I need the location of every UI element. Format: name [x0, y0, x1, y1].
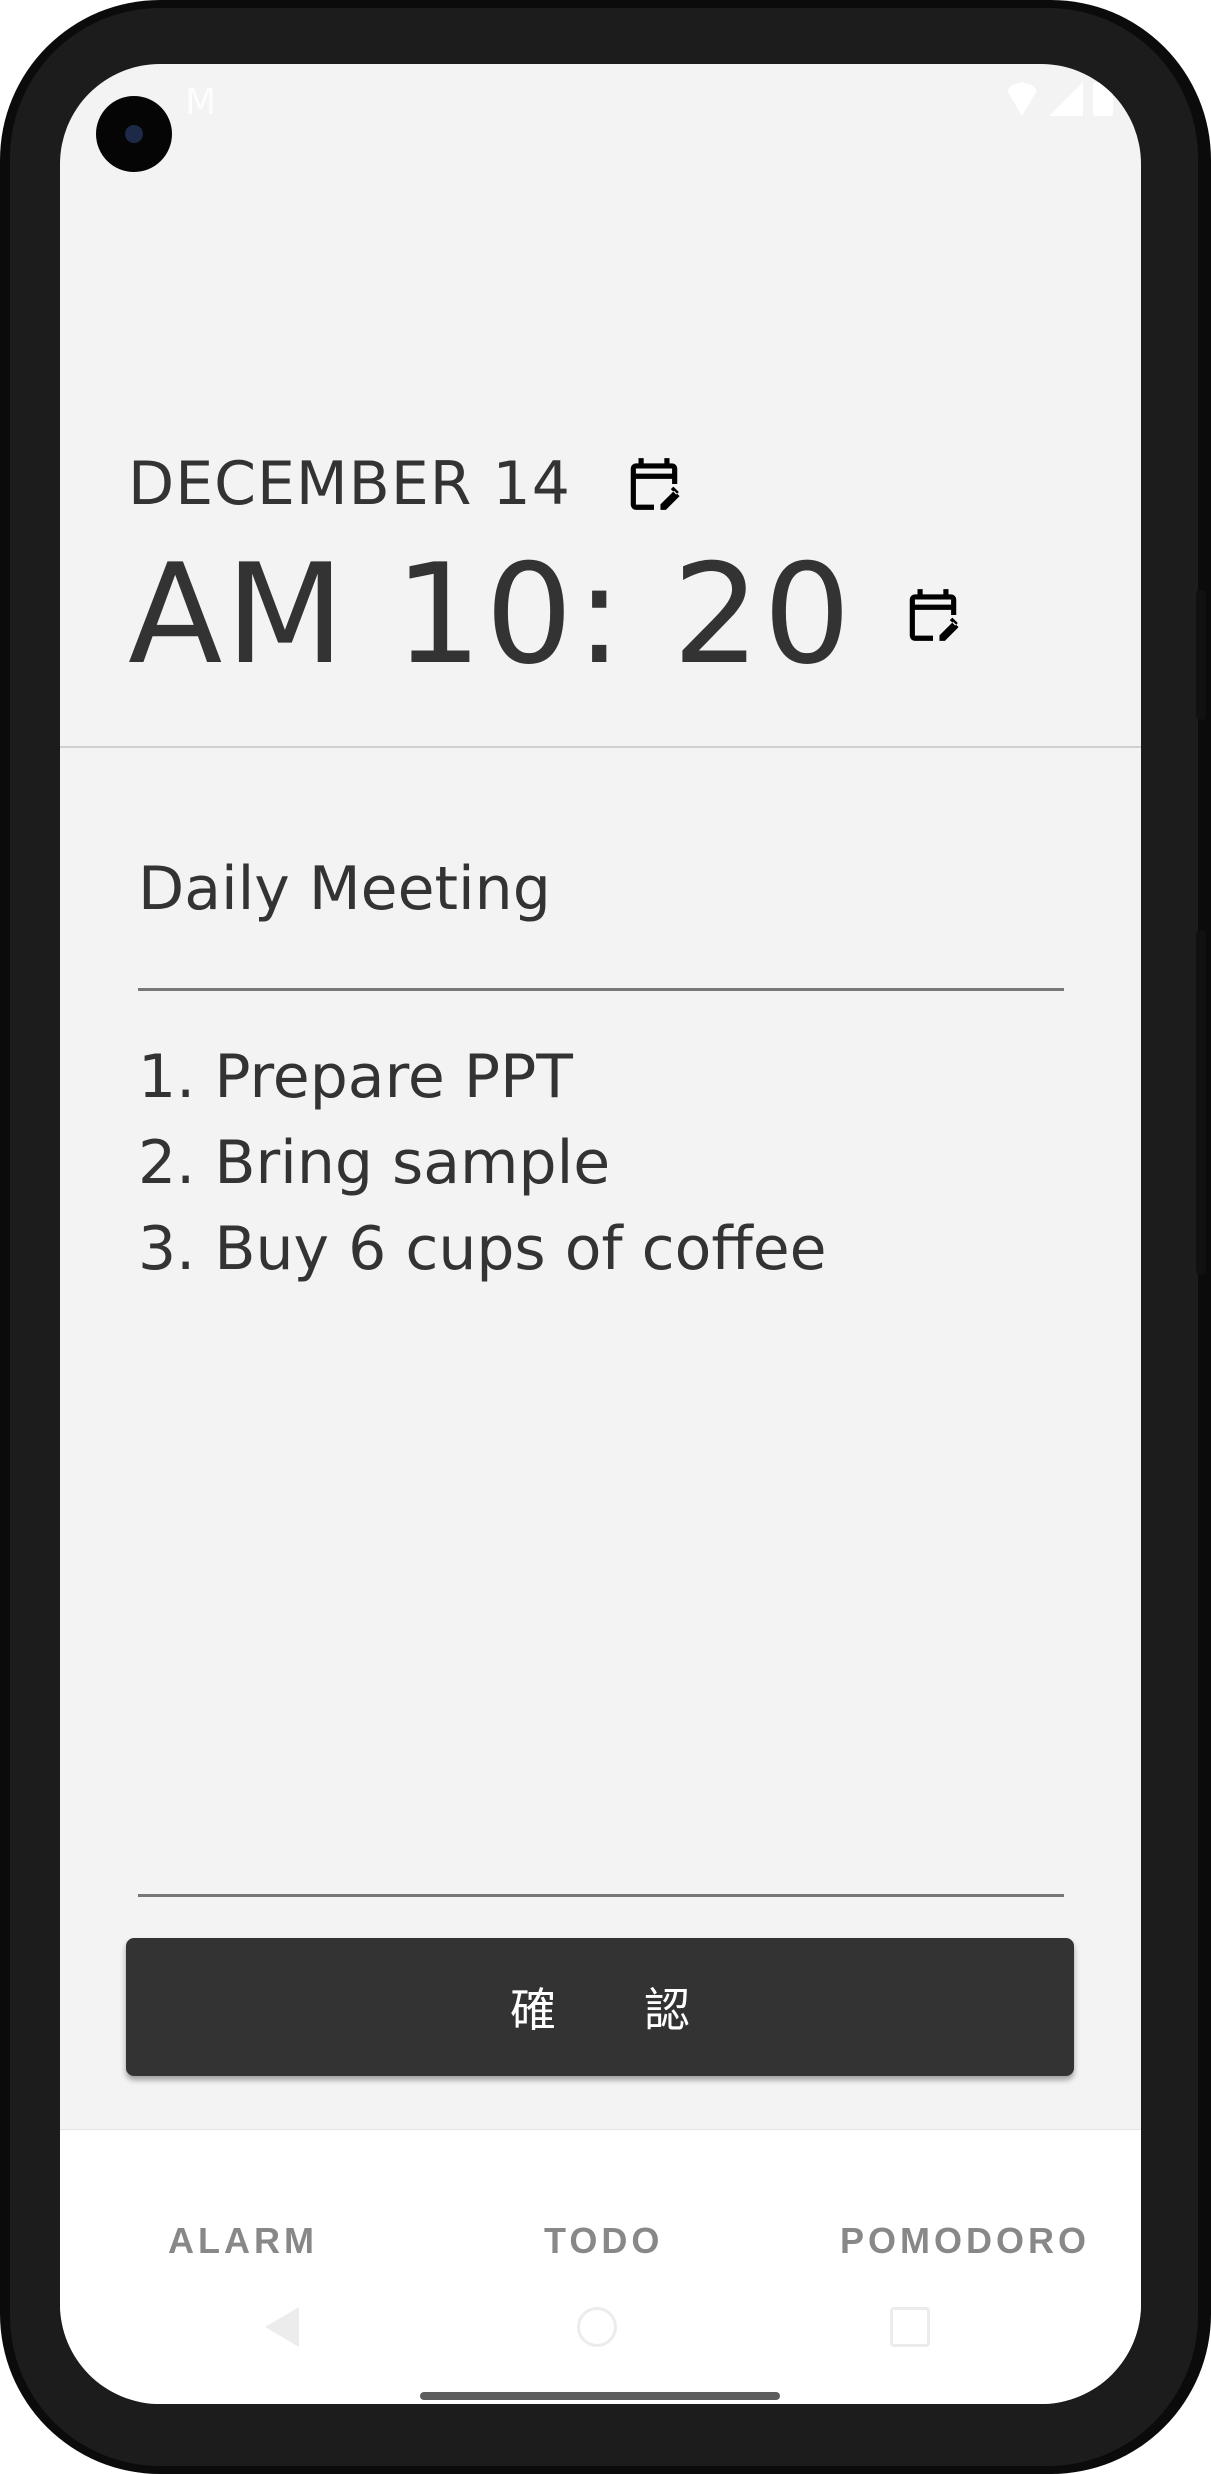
- note-input[interactable]: 1. Prepare PPT 2. Bring sample 3. Buy 6 …: [138, 1034, 1064, 1897]
- calendar-edit-icon: [630, 458, 680, 510]
- note-line: 2. Bring sample: [138, 1128, 611, 1198]
- wifi-icon: [1005, 82, 1039, 116]
- battery-icon: [1093, 82, 1113, 116]
- date-row: DECEMBER 14: [128, 449, 685, 519]
- front-camera: [96, 96, 172, 172]
- nav-tab-todo[interactable]: TODO: [544, 2220, 663, 2262]
- recent-apps-icon[interactable]: [890, 2307, 930, 2347]
- screen: M DECEMBER 14 AM 10: 20 Daily Meeting 1.…: [60, 64, 1141, 2404]
- date-label: DECEMBER 14: [128, 449, 571, 519]
- note-line: 1. Prepare PPT: [138, 1042, 573, 1112]
- power-button: [1196, 590, 1206, 720]
- title-value: Daily Meeting: [138, 854, 551, 924]
- title-input[interactable]: Daily Meeting: [138, 814, 1064, 991]
- phone-frame: M DECEMBER 14 AM 10: 20 Daily Meeting 1.…: [0, 0, 1211, 2474]
- gmail-notification-icon: M: [185, 82, 217, 123]
- back-icon[interactable]: [265, 2307, 299, 2347]
- note-line: 3. Buy 6 cups of coffee: [138, 1214, 827, 1284]
- time-label: AM 10: 20: [128, 534, 854, 695]
- time-row: AM 10: 20: [128, 534, 964, 695]
- home-indicator[interactable]: [420, 2392, 780, 2400]
- confirm-button[interactable]: 確認: [126, 1938, 1074, 2076]
- camera-lens: [125, 125, 143, 143]
- calendar-edit-icon: [909, 588, 959, 641]
- time-edit-button[interactable]: [902, 584, 964, 646]
- date-edit-button[interactable]: [623, 453, 685, 515]
- status-icons: [1005, 82, 1113, 116]
- bottom-nav: ALARM TODO POMODORO: [60, 2129, 1141, 2404]
- home-icon[interactable]: [577, 2307, 617, 2347]
- signal-icon: [1049, 82, 1083, 116]
- volume-button: [1196, 930, 1206, 1275]
- nav-tab-pomodoro[interactable]: POMODORO: [840, 2220, 1090, 2262]
- nav-tab-alarm[interactable]: ALARM: [168, 2220, 318, 2262]
- header-divider: [60, 746, 1141, 748]
